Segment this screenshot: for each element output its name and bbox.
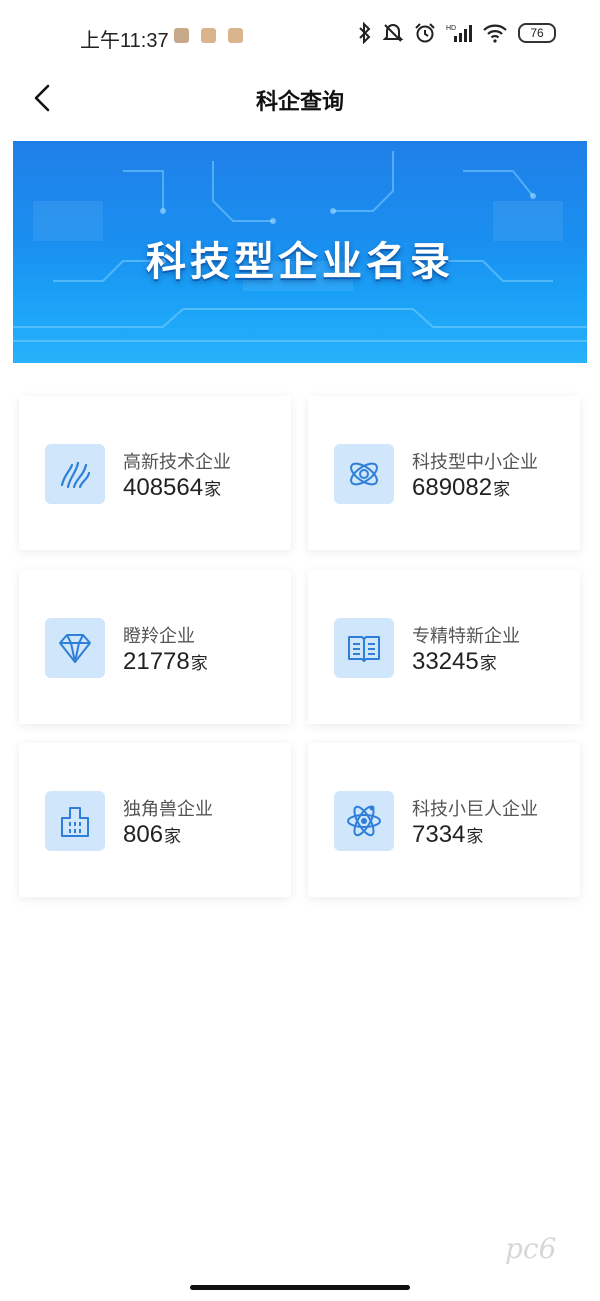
card-count: 7334家 — [412, 821, 483, 849]
card-count-unit: 家 — [204, 480, 222, 500]
diamond-icon — [59, 634, 91, 663]
wifi-icon — [483, 24, 507, 43]
flame-leaf-icon — [60, 461, 91, 489]
category-card-gazelle[interactable]: 瞪羚企业 21778家 — [19, 570, 291, 724]
card-count-number: 21778 — [123, 648, 190, 675]
nav-bar: 科企查询 — [0, 70, 600, 126]
atom-ring-icon — [350, 462, 378, 486]
card-count: 806家 — [123, 821, 181, 849]
card-count-unit: 家 — [479, 654, 497, 674]
home-indicator[interactable] — [190, 1285, 410, 1290]
muted-bell-icon — [382, 24, 404, 42]
watermark: pc6 — [505, 1232, 557, 1265]
card-count-number: 7334 — [412, 821, 466, 848]
battery-icon: 76 — [518, 23, 556, 43]
status-bar: 上午11:37 HD 76 — [0, 0, 600, 70]
card-icon-wrapper — [334, 444, 394, 504]
card-count: 33245家 — [412, 648, 497, 676]
bluetooth-icon — [359, 22, 371, 44]
card-label: 科技型中小企业 — [412, 452, 538, 473]
open-book-icon — [348, 636, 380, 662]
card-label: 高新技术企业 — [123, 452, 231, 473]
card-label: 科技小巨人企业 — [412, 799, 538, 820]
notification-icons — [174, 28, 243, 43]
card-count-number: 408564 — [123, 474, 204, 501]
category-card-high-tech[interactable]: 高新技术企业 408564家 — [19, 396, 291, 550]
card-icon-wrapper — [45, 618, 105, 678]
category-card-sme[interactable]: 科技型中小企业 689082家 — [308, 396, 580, 550]
app-notification-icon — [201, 28, 216, 43]
card-icon-wrapper — [45, 444, 105, 504]
card-icon-wrapper — [334, 791, 394, 851]
card-count-unit: 家 — [493, 480, 511, 500]
card-count-number: 806 — [123, 821, 164, 848]
category-card-specialized[interactable]: 专精特新企业 33245家 — [308, 570, 580, 724]
card-count-unit: 家 — [190, 654, 208, 674]
card-count-number: 689082 — [412, 474, 493, 501]
card-icon-wrapper — [334, 618, 394, 678]
card-icon-wrapper — [45, 791, 105, 851]
hd-signal-icon: HD — [446, 25, 472, 42]
card-count: 21778家 — [123, 648, 208, 676]
category-card-unicorn[interactable]: 独角兽企业 806家 — [19, 743, 291, 897]
card-label: 独角兽企业 — [123, 799, 213, 820]
app-notification-icon — [174, 28, 189, 43]
card-count: 408564家 — [123, 474, 221, 502]
category-card-little-giant[interactable]: 科技小巨人企业 7334家 — [308, 743, 580, 897]
banner-title: 科技型企业名录 — [146, 239, 454, 285]
card-label: 专精特新企业 — [412, 626, 520, 647]
status-time: 上午11:37 — [80, 30, 169, 52]
building-icon — [61, 807, 89, 837]
app-notification-icon — [228, 28, 243, 43]
atom-icon — [347, 805, 381, 837]
page-title: 科企查询 — [255, 90, 344, 115]
alarm-icon — [415, 23, 435, 43]
card-label: 瞪羚企业 — [123, 626, 195, 647]
card-count-unit: 家 — [164, 827, 182, 847]
card-count-unit: 家 — [466, 827, 484, 847]
card-count-number: 33245 — [412, 648, 479, 675]
banner[interactable]: 科技型企业名录 — [13, 141, 587, 363]
svg-text:HD: HD — [446, 25, 456, 32]
card-count: 689082家 — [412, 474, 510, 502]
system-icons: HD 76 — [358, 22, 556, 44]
